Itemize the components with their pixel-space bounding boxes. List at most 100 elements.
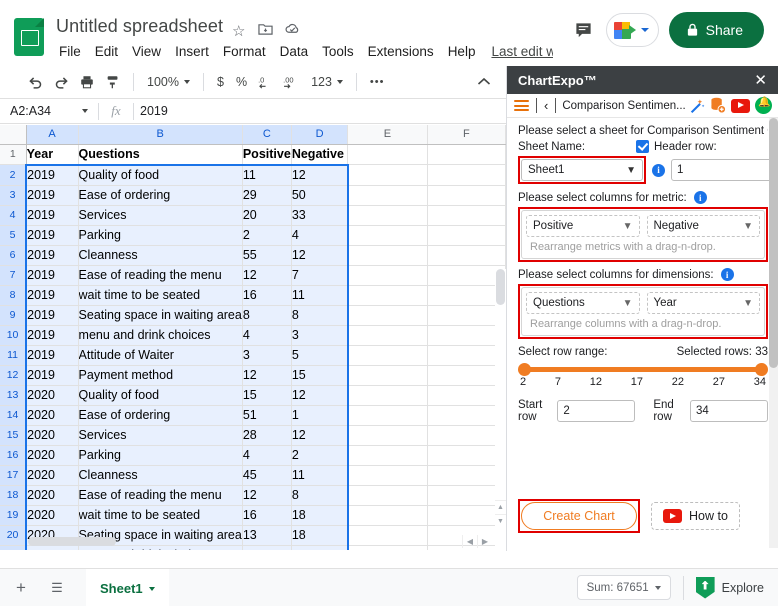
undo-icon[interactable] — [22, 69, 48, 95]
paint-format-icon[interactable] — [100, 69, 126, 95]
cell-F10[interactable] — [427, 325, 506, 346]
select-all-corner[interactable] — [0, 125, 27, 145]
how-to-button[interactable]: How to — [651, 502, 740, 530]
document-title[interactable]: Untitled spreadsheet — [56, 16, 223, 37]
cell-E3[interactable] — [347, 185, 428, 206]
cell-F7[interactable] — [427, 265, 506, 286]
menu-edit[interactable]: Edit — [88, 43, 125, 60]
dimension-slot-year[interactable]: Year ▼ — [646, 292, 760, 314]
table-row[interactable]: 13 2020 Quality of food 15 12 — [0, 385, 506, 406]
cell-B9[interactable]: Seating space in waiting area — [78, 305, 243, 326]
last-edit-link[interactable]: Last edit w... — [491, 44, 553, 59]
explore-button[interactable]: Explore — [695, 576, 778, 599]
cell-F12[interactable] — [427, 365, 506, 386]
back-chevron-icon[interactable]: ‹ — [544, 98, 548, 113]
slider-knob-end[interactable] — [755, 363, 768, 376]
cell-E19[interactable] — [347, 505, 428, 526]
table-row[interactable]: 7 2019 Ease of reading the menu 12 7 — [0, 265, 506, 286]
cell-F8[interactable] — [427, 285, 506, 306]
scroll-up-icon[interactable]: ▲ — [495, 500, 506, 514]
cell-C1[interactable]: Positive — [242, 144, 292, 165]
magic-wand-icon[interactable] — [688, 98, 705, 114]
row-range-slider[interactable] — [518, 363, 768, 376]
print-icon[interactable] — [74, 69, 100, 95]
cell-B11[interactable]: Attitude of Waiter — [78, 345, 243, 366]
decrease-decimal-icon[interactable]: .0 — [253, 69, 279, 95]
cell-C14[interactable]: 51 — [242, 405, 292, 426]
cell-B13[interactable]: Quality of food — [78, 385, 243, 406]
table-row[interactable]: 6 2019 Cleanness 55 12 — [0, 245, 506, 266]
cell-C3[interactable]: 29 — [242, 185, 292, 206]
row-header[interactable]: 15 — [0, 425, 27, 446]
row-header[interactable]: 18 — [0, 485, 27, 506]
metric-slot-positive[interactable]: Positive ▼ — [526, 215, 640, 237]
add-sheet-button[interactable]: + — [6, 573, 36, 603]
zoom-selector[interactable]: 100% — [141, 69, 196, 95]
cell-F6[interactable] — [427, 245, 506, 266]
cell-E14[interactable] — [347, 405, 428, 426]
row-header[interactable]: 3 — [0, 185, 27, 206]
sum-status-chip[interactable]: Sum: 67651 — [576, 575, 671, 600]
row-header[interactable]: 5 — [0, 225, 27, 246]
sidebar-scrollbar[interactable] — [769, 118, 778, 548]
column-header-d[interactable]: D — [291, 125, 349, 145]
add-data-icon[interactable] — [710, 97, 726, 114]
cell-B19[interactable]: wait time to be seated — [78, 505, 243, 526]
table-row[interactable]: 15 2020 Services 28 12 — [0, 425, 506, 446]
cell-D14[interactable]: 1 — [291, 405, 349, 426]
table-row[interactable]: 12 2019 Payment method 12 15 — [0, 365, 506, 386]
cell-C18[interactable]: 12 — [242, 485, 292, 506]
cell-A17[interactable]: 2020 — [25, 465, 79, 486]
cell-A9[interactable]: 2019 — [25, 305, 79, 326]
menu-help[interactable]: Help — [441, 43, 483, 60]
cell-D4[interactable]: 33 — [291, 205, 349, 226]
cell-F13[interactable] — [427, 385, 506, 406]
table-row[interactable]: 11 2019 Attitude of Waiter 3 5 — [0, 345, 506, 366]
row-header[interactable]: 4 — [0, 205, 27, 226]
cell-B10[interactable]: menu and drink choices — [78, 325, 243, 346]
horizontal-scrollbar-thumb[interactable] — [28, 537, 116, 546]
cell-F3[interactable] — [427, 185, 506, 206]
table-row[interactable]: 17 2020 Cleanness 45 11 — [0, 465, 506, 486]
menu-format[interactable]: Format — [216, 43, 273, 60]
cell-F14[interactable] — [427, 405, 506, 426]
cell-B17[interactable]: Cleanness — [78, 465, 243, 486]
table-row[interactable]: 19 2020 wait time to be seated 16 18 — [0, 505, 506, 526]
row-header[interactable]: 10 — [0, 325, 27, 346]
column-header-b[interactable]: B — [78, 125, 243, 145]
cell-A4[interactable]: 2019 — [25, 205, 79, 226]
slider-knob-start[interactable] — [518, 363, 531, 376]
scroll-down-icon[interactable]: ▼ — [495, 514, 506, 528]
cell-D18[interactable]: 8 — [291, 485, 349, 506]
selected-chart-name[interactable]: Comparison Sentimen... — [562, 100, 685, 112]
row-header[interactable]: 8 — [0, 285, 27, 306]
cell-B7[interactable]: Ease of reading the menu — [78, 265, 243, 286]
cell-D1[interactable]: Negative — [291, 144, 349, 165]
cell-C8[interactable]: 16 — [242, 285, 292, 306]
cell-F17[interactable] — [427, 465, 506, 486]
cell-E9[interactable] — [347, 305, 428, 326]
table-row[interactable]: 9 2019 Seating space in waiting area 8 8 — [0, 305, 506, 326]
cell-E5[interactable] — [347, 225, 428, 246]
cell-C6[interactable]: 55 — [242, 245, 292, 266]
cell-E16[interactable] — [347, 445, 428, 466]
cell-D16[interactable]: 2 — [291, 445, 349, 466]
table-row[interactable]: 5 2019 Parking 2 4 — [0, 225, 506, 246]
create-chart-button[interactable]: Create Chart — [521, 502, 637, 530]
cell-A18[interactable]: 2020 — [25, 485, 79, 506]
cell-C12[interactable]: 12 — [242, 365, 292, 386]
cell-A12[interactable]: 2019 — [25, 365, 79, 386]
cell-C15[interactable]: 28 — [242, 425, 292, 446]
cell-B15[interactable]: Services — [78, 425, 243, 446]
cell-F11[interactable] — [427, 345, 506, 366]
cell-B14[interactable]: Ease of ordering — [78, 405, 243, 426]
cell-A10[interactable]: 2019 — [25, 325, 79, 346]
cell-E13[interactable] — [347, 385, 428, 406]
cell-D12[interactable]: 15 — [291, 365, 349, 386]
chevron-down-icon[interactable] — [148, 586, 155, 591]
star-icon[interactable]: ☆ — [232, 22, 245, 40]
dimension-slot-questions[interactable]: Questions ▼ — [526, 292, 640, 314]
cell-B16[interactable]: Parking — [78, 445, 243, 466]
cell-C2[interactable]: 11 — [242, 163, 292, 186]
cell-A5[interactable]: 2019 — [25, 225, 79, 246]
